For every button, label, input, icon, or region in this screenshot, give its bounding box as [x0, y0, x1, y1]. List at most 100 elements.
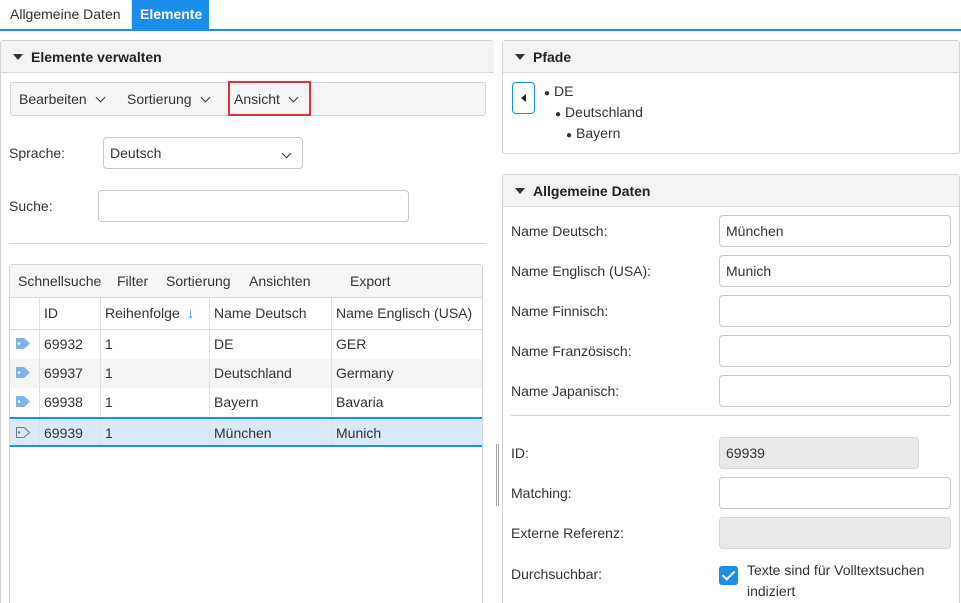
- grid-tb-filter[interactable]: Filter: [117, 265, 148, 297]
- grid-header: ID Reihenfolge ↓ Name Deutsch Name Engli…: [10, 298, 482, 330]
- cell-name-englisch: Munich: [331, 419, 484, 445]
- cell-reihenfolge: 1: [100, 359, 209, 388]
- pfade-panel: Pfade ● DE ● Deutschland ● Bayern: [502, 40, 960, 154]
- tab-bar: Allgemeine Daten Elemente: [0, 0, 961, 31]
- menu-bearbeiten[interactable]: Bearbeiten: [19, 83, 106, 115]
- pfade-panel-title: Pfade: [533, 49, 572, 65]
- cell-id: 69938: [39, 388, 100, 417]
- table-row[interactable]: 69938 1 Bayern Bavaria: [10, 388, 482, 417]
- tab-elemente[interactable]: Elemente: [132, 0, 209, 29]
- allgemeine-daten-header[interactable]: Allgemeine Daten: [503, 175, 959, 207]
- id-field: 69939: [719, 437, 919, 469]
- tab-allgemeine-daten[interactable]: Allgemeine Daten: [0, 0, 132, 29]
- externe-referenz-field: [719, 517, 951, 549]
- ansicht-highlight: [228, 81, 311, 116]
- chevron-down-icon: [95, 92, 106, 103]
- externe-referenz-label: Externe Referenz:: [511, 525, 624, 541]
- cell-name-deutsch: Bayern: [209, 388, 331, 417]
- collapse-caret-icon[interactable]: [13, 54, 23, 60]
- tree-node-bayern[interactable]: ● Bayern: [566, 125, 620, 141]
- matching-field[interactable]: [719, 477, 951, 509]
- name-finnisch-label: Name Finnisch:: [511, 303, 609, 319]
- cell-id: 69937: [39, 359, 100, 388]
- col-id[interactable]: ID: [39, 298, 100, 329]
- tree-node-label: DE: [554, 83, 574, 99]
- cell-name-englisch: Germany: [331, 359, 484, 388]
- grid-tb-sortierung[interactable]: Sortierung: [166, 265, 231, 297]
- suche-label: Suche:: [9, 198, 53, 214]
- grid-tb-schnellsuche[interactable]: Schnellsuche: [18, 265, 101, 297]
- col-name-deutsch[interactable]: Name Deutsch: [209, 298, 331, 329]
- menu-sortierung[interactable]: Sortierung: [127, 83, 211, 115]
- table-row[interactable]: 69937 1 Deutschland Germany: [10, 359, 482, 388]
- collapse-caret-icon[interactable]: [515, 54, 525, 60]
- elements-grid: Schnellsuche Filter Sortierung Ansichten…: [9, 264, 483, 603]
- col-name-englisch[interactable]: Name Englisch (USA): [331, 298, 484, 329]
- col-icon: [10, 298, 39, 329]
- cell-id: 69939: [39, 419, 100, 445]
- table-row-selected[interactable]: 69939 1 München Munich: [10, 417, 482, 447]
- row-icon-cell: [10, 359, 39, 388]
- tag-icon: [16, 427, 30, 438]
- durchsuchbar-label: Durchsuchbar:: [511, 566, 603, 582]
- col-reihenfolge[interactable]: Reihenfolge ↓: [100, 298, 209, 329]
- name-franzoesisch-field[interactable]: [719, 335, 951, 367]
- pfade-panel-header[interactable]: Pfade: [503, 41, 959, 73]
- name-deutsch-field[interactable]: München: [719, 215, 951, 247]
- bullet-icon: ●: [566, 130, 573, 141]
- grid-tb-export[interactable]: Export: [350, 265, 390, 297]
- bullet-icon: ●: [555, 109, 562, 120]
- durchsuchbar-text-line1: Texte sind für Volltextsuchen: [747, 562, 925, 578]
- durchsuchbar-text[interactable]: Texte sind für Volltextsuchen indiziert: [747, 560, 924, 602]
- row-icon-cell: [10, 419, 39, 445]
- id-label: ID:: [511, 445, 529, 461]
- chevron-down-icon: [281, 148, 292, 159]
- tag-icon: [16, 338, 30, 349]
- cell-name-deutsch: Deutschland: [209, 359, 331, 388]
- tree-node-deutschland[interactable]: ● Deutschland: [555, 104, 643, 120]
- sprache-select-value: Deutsch: [110, 145, 162, 161]
- collapse-caret-icon[interactable]: [515, 188, 525, 194]
- panel-splitter-handle[interactable]: [496, 444, 499, 506]
- name-englisch-field[interactable]: Munich: [719, 255, 951, 287]
- name-englisch-label: Name Englisch (USA):: [511, 263, 652, 279]
- bullet-icon: ●: [544, 88, 551, 99]
- grid-tb-ansichten[interactable]: Ansichten: [249, 265, 310, 297]
- name-deutsch-label: Name Deutsch:: [511, 223, 608, 239]
- table-row[interactable]: 69932 1 DE GER: [10, 330, 482, 359]
- tree-node-de[interactable]: ● DE: [544, 83, 574, 99]
- divider: [511, 415, 951, 416]
- cell-reihenfolge: 1: [100, 388, 209, 417]
- cell-name-deutsch: München: [209, 419, 331, 445]
- cell-name-englisch: GER: [331, 330, 484, 359]
- allgemeine-daten-title: Allgemeine Daten: [533, 183, 651, 199]
- tree-node-label: Deutschland: [565, 104, 643, 120]
- allgemeine-daten-panel: Allgemeine Daten Name Deutsch: München N…: [502, 174, 960, 603]
- cell-reihenfolge: 1: [100, 330, 209, 359]
- row-icon-cell: [10, 330, 39, 359]
- divider: [9, 243, 486, 244]
- menu-bearbeiten-label: Bearbeiten: [19, 91, 87, 107]
- grid-toolbar: Schnellsuche Filter Sortierung Ansichten…: [10, 265, 482, 298]
- durchsuchbar-checkbox[interactable]: [719, 566, 738, 585]
- name-finnisch-field[interactable]: [719, 295, 951, 327]
- matching-label: Matching:: [511, 485, 572, 501]
- tag-icon: [16, 396, 30, 407]
- name-japanisch-field[interactable]: [719, 375, 951, 407]
- durchsuchbar-text-line2: indiziert: [747, 583, 796, 599]
- sprache-label: Sprache:: [9, 145, 66, 161]
- col-reihenfolge-label: Reihenfolge: [105, 305, 180, 321]
- chevron-down-icon: [200, 92, 211, 103]
- cell-name-englisch: Bavaria: [331, 388, 484, 417]
- cell-reihenfolge: 1: [100, 419, 209, 445]
- tag-icon: [16, 367, 30, 378]
- row-icon-cell: [10, 388, 39, 417]
- back-button[interactable]: [512, 82, 535, 114]
- name-japanisch-label: Name Japanisch:: [511, 383, 620, 399]
- sprache-select[interactable]: Deutsch: [103, 137, 303, 169]
- tree-node-label: Bayern: [576, 125, 621, 141]
- suche-input[interactable]: [98, 190, 409, 222]
- elements-panel-header[interactable]: Elemente verwalten: [1, 41, 494, 73]
- sort-down-arrow-icon: ↓: [187, 305, 194, 321]
- menu-sortierung-label: Sortierung: [127, 91, 192, 107]
